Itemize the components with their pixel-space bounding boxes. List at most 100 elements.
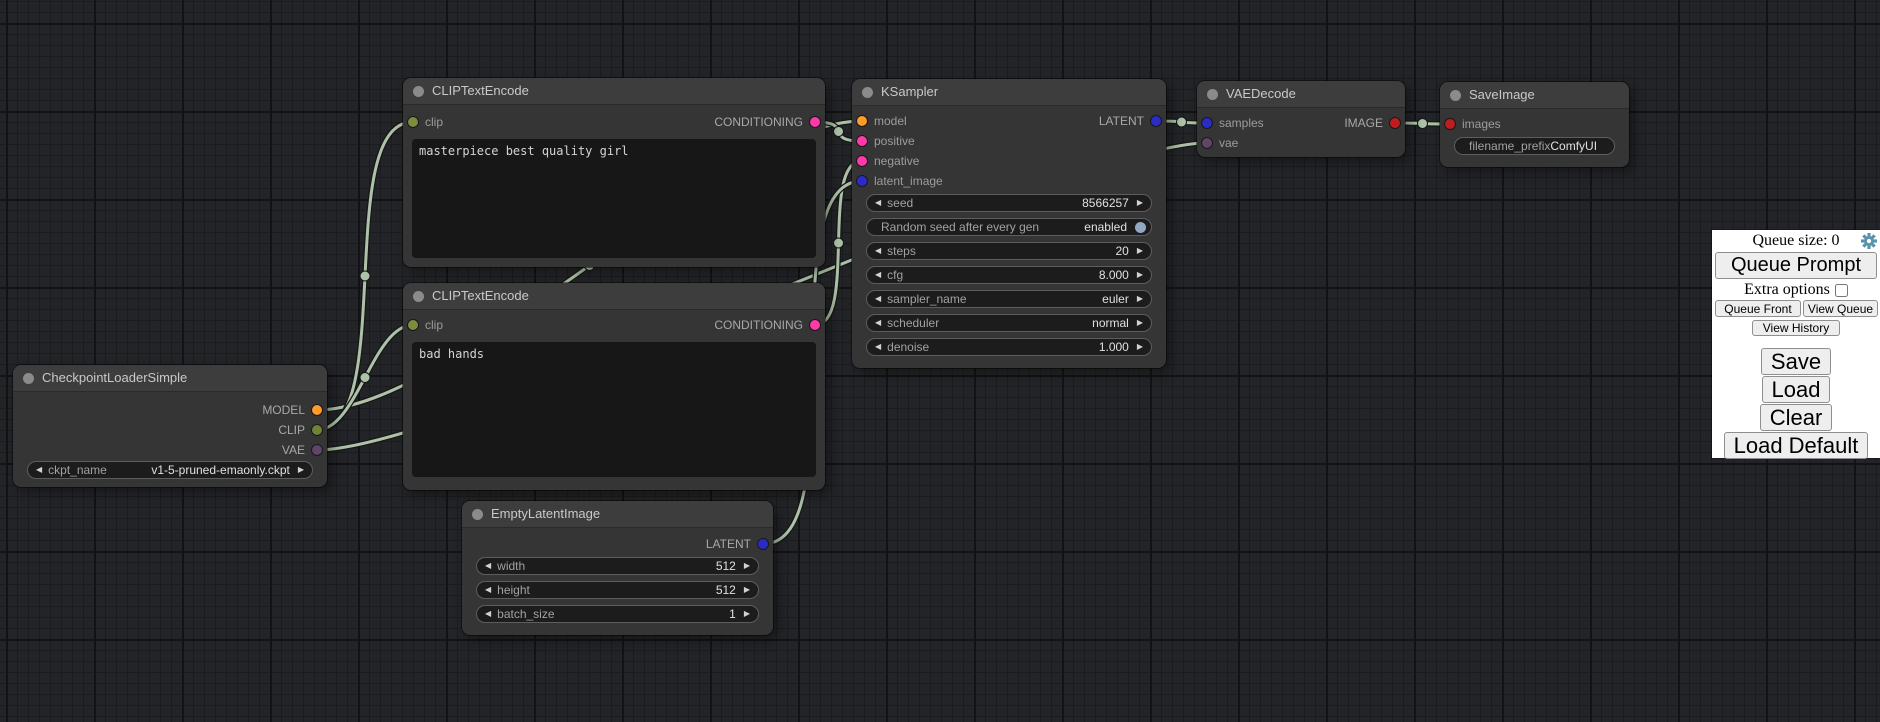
node-graph-canvas[interactable]: CheckpointLoaderSimpleMODELCLIPVAE◀ckpt_… bbox=[0, 0, 1880, 722]
samples-input-port[interactable] bbox=[1202, 118, 1212, 128]
decrement-arrow-icon[interactable]: ◀ bbox=[477, 557, 491, 575]
prompt-textarea[interactable]: masterpiece best quality girl bbox=[412, 139, 816, 258]
node-ksampler[interactable]: KSamplermodelpositivenegativelatent_imag… bbox=[852, 79, 1166, 368]
collapse-dot-icon[interactable] bbox=[413, 291, 424, 302]
node-empty-latent-image[interactable]: EmptyLatentImageLATENT◀width512▶◀height5… bbox=[462, 501, 773, 635]
collapse-dot-icon[interactable] bbox=[1450, 90, 1461, 101]
widget-denoise[interactable]: ◀denoise1.000▶ bbox=[866, 338, 1152, 356]
decrement-arrow-icon[interactable]: ◀ bbox=[867, 194, 881, 212]
save-button[interactable]: Save bbox=[1761, 348, 1831, 375]
widget-ckpt-name[interactable]: ◀ckpt_namev1-5-pruned-emaonly.ckpt▶ bbox=[27, 461, 313, 479]
images-input-port[interactable] bbox=[1445, 119, 1455, 129]
widget-batch-size[interactable]: ◀batch_size1▶ bbox=[476, 605, 759, 623]
node-title-bar[interactable]: EmptyLatentImage bbox=[462, 501, 773, 528]
input-slot-label: clip bbox=[425, 318, 443, 332]
extra-options-checkbox[interactable] bbox=[1835, 284, 1848, 297]
node-save-image[interactable]: SaveImageimagesfilename_prefixComfyUI bbox=[1440, 82, 1629, 167]
node-title-bar[interactable]: KSampler bbox=[852, 79, 1166, 106]
queue-prompt-button[interactable]: Queue Prompt bbox=[1715, 252, 1877, 279]
node-clip-text-encode-positive[interactable]: CLIPTextEncodeclipCONDITIONINGmasterpiec… bbox=[403, 78, 825, 267]
node-title-bar[interactable]: SaveImage bbox=[1440, 82, 1629, 109]
latent-output-port[interactable] bbox=[758, 539, 768, 549]
clip-input-port[interactable] bbox=[408, 117, 418, 127]
view-queue-button[interactable]: View Queue bbox=[1803, 300, 1877, 317]
widget-scheduler[interactable]: ◀schedulernormal▶ bbox=[866, 314, 1152, 332]
load-button[interactable]: Load bbox=[1762, 376, 1831, 403]
node-clip-text-encode-negative[interactable]: CLIPTextEncodeclipCONDITIONINGbad hands bbox=[403, 283, 825, 490]
prompt-textarea[interactable]: bad hands bbox=[412, 342, 816, 477]
conditioning-output-port[interactable] bbox=[810, 117, 820, 127]
increment-arrow-icon[interactable]: ▶ bbox=[1137, 314, 1151, 332]
increment-arrow-icon[interactable]: ▶ bbox=[1137, 338, 1151, 356]
widget-steps[interactable]: ◀steps20▶ bbox=[866, 242, 1152, 260]
increment-arrow-icon[interactable]: ▶ bbox=[744, 605, 758, 623]
vae-input-port[interactable] bbox=[1202, 138, 1212, 148]
latent-image-input-slot: latent_image bbox=[852, 172, 943, 190]
model-output-port[interactable] bbox=[312, 405, 322, 415]
collapse-dot-icon[interactable] bbox=[862, 87, 873, 98]
widget-value: enabled bbox=[1084, 220, 1127, 234]
decrement-arrow-icon[interactable]: ◀ bbox=[867, 290, 881, 308]
increment-arrow-icon[interactable]: ▶ bbox=[1137, 290, 1151, 308]
node-title-bar[interactable]: CLIPTextEncode bbox=[403, 78, 825, 105]
widget-width[interactable]: ◀width512▶ bbox=[476, 557, 759, 575]
widget-filename-prefix[interactable]: filename_prefixComfyUI bbox=[1454, 137, 1615, 155]
decrement-arrow-icon[interactable]: ◀ bbox=[28, 461, 42, 479]
extra-options-label: Extra options bbox=[1744, 281, 1830, 299]
decrement-arrow-icon[interactable]: ◀ bbox=[477, 605, 491, 623]
node-title-text: CheckpointLoaderSimple bbox=[42, 370, 187, 385]
input-slot-label: positive bbox=[874, 134, 915, 148]
widget-seed[interactable]: ◀seed8566257▶ bbox=[866, 194, 1152, 212]
node-vae-decode[interactable]: VAEDecodesamplesvaeIMAGE bbox=[1197, 81, 1405, 157]
clip-input-slot: clip bbox=[403, 316, 443, 334]
clear-button[interactable]: Clear bbox=[1760, 404, 1833, 431]
node-title-bar[interactable]: VAEDecode bbox=[1197, 81, 1405, 108]
input-slot-label: model bbox=[874, 114, 907, 128]
decrement-arrow-icon[interactable]: ◀ bbox=[867, 314, 881, 332]
increment-arrow-icon[interactable]: ▶ bbox=[1137, 242, 1151, 260]
decrement-arrow-icon[interactable]: ◀ bbox=[867, 266, 881, 284]
widget-height[interactable]: ◀height512▶ bbox=[476, 581, 759, 599]
decrement-arrow-icon[interactable]: ◀ bbox=[477, 581, 491, 599]
link-midpoint-dot bbox=[1177, 117, 1187, 127]
queue-panel: Queue size: 0 Queue Prompt Extra options… bbox=[1712, 230, 1880, 458]
view-history-button[interactable]: View History bbox=[1752, 320, 1840, 336]
widget-random-seed-after-every-gen[interactable]: Random seed after every genenabled bbox=[866, 218, 1152, 236]
clip-input-port[interactable] bbox=[408, 320, 418, 330]
decrement-arrow-icon[interactable]: ◀ bbox=[867, 338, 881, 356]
collapse-dot-icon[interactable] bbox=[472, 509, 483, 520]
widget-sampler-name[interactable]: ◀sampler_nameeuler▶ bbox=[866, 290, 1152, 308]
node-checkpoint-loader[interactable]: CheckpointLoaderSimpleMODELCLIPVAE◀ckpt_… bbox=[13, 365, 327, 487]
settings-gear-icon[interactable] bbox=[1861, 233, 1877, 249]
model-input-slot: model bbox=[852, 112, 907, 130]
collapse-dot-icon[interactable] bbox=[23, 373, 34, 384]
latent-output-port[interactable] bbox=[1151, 116, 1161, 126]
node-title-bar[interactable]: CLIPTextEncode bbox=[403, 283, 825, 310]
vae-output-port[interactable] bbox=[312, 445, 322, 455]
increment-arrow-icon[interactable]: ▶ bbox=[1137, 194, 1151, 212]
queue-front-button[interactable]: Queue Front bbox=[1715, 300, 1802, 317]
seed-toggle-icon[interactable] bbox=[1135, 222, 1146, 233]
widget-label: sampler_name bbox=[887, 292, 966, 306]
negative-input-port[interactable] bbox=[857, 156, 867, 166]
increment-arrow-icon[interactable]: ▶ bbox=[298, 461, 312, 479]
increment-arrow-icon[interactable]: ▶ bbox=[1137, 266, 1151, 284]
clip-output-port[interactable] bbox=[312, 425, 322, 435]
positive-input-port[interactable] bbox=[857, 136, 867, 146]
load-default-button[interactable]: Load Default bbox=[1724, 432, 1869, 459]
decrement-arrow-icon[interactable]: ◀ bbox=[867, 242, 881, 260]
increment-arrow-icon[interactable]: ▶ bbox=[744, 581, 758, 599]
collapse-dot-icon[interactable] bbox=[1207, 89, 1218, 100]
queue-size-label: Queue size: 0 bbox=[1752, 232, 1839, 249]
increment-arrow-icon[interactable]: ▶ bbox=[744, 557, 758, 575]
widget-cfg[interactable]: ◀cfg8.000▶ bbox=[866, 266, 1152, 284]
conditioning-output-port[interactable] bbox=[810, 320, 820, 330]
link-midpoint-dot bbox=[360, 373, 370, 383]
collapse-dot-icon[interactable] bbox=[413, 86, 424, 97]
model-input-port[interactable] bbox=[857, 116, 867, 126]
node-title-bar[interactable]: CheckpointLoaderSimple bbox=[13, 365, 327, 392]
image-output-port[interactable] bbox=[1390, 118, 1400, 128]
widget-label: width bbox=[497, 559, 525, 573]
widget-value: 512 bbox=[716, 583, 736, 597]
latent-image-input-port[interactable] bbox=[857, 176, 867, 186]
